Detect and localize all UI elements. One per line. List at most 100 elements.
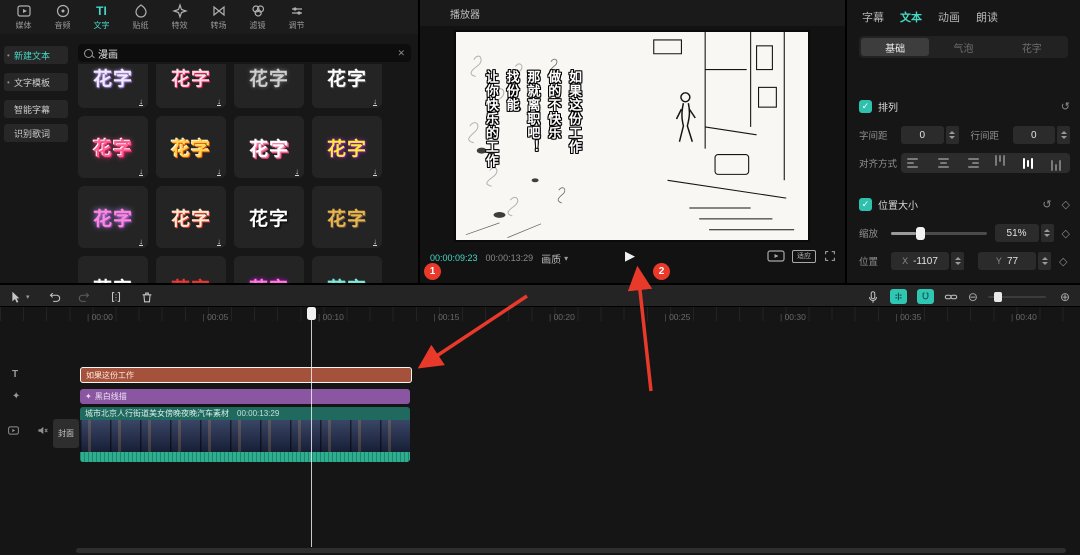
sidebar-item[interactable]: 智能字幕 — [4, 100, 68, 118]
scale-value[interactable]: 51% — [995, 224, 1039, 242]
sidebar-item-label: 文字模板 — [14, 76, 50, 89]
player-controls: 00:00:09:23 00:00:13:29 画质 ▾ ▶ 适应 — [420, 246, 845, 270]
quality-dropdown[interactable]: 画质 ▾ — [541, 251, 568, 266]
letter-spacing-stepper[interactable] — [946, 126, 959, 144]
text-style-tile[interactable]: 花字 ↓ — [156, 116, 226, 178]
align-icon[interactable] — [907, 156, 923, 170]
toolbar-adjust[interactable]: 调节 — [277, 3, 316, 31]
text-style-tile[interactable]: 花字 ↓ — [312, 186, 382, 248]
scale-slider[interactable] — [891, 232, 987, 235]
text-subtab[interactable]: 花字 — [998, 38, 1066, 56]
auto-snap-toggle[interactable] — [917, 289, 934, 304]
download-icon: ↓ — [217, 237, 221, 246]
ruler-timecode: 00:25 — [665, 310, 781, 322]
select-tool-icon[interactable] — [8, 290, 22, 304]
property-tab[interactable]: 字幕 — [862, 9, 884, 25]
reset-icon[interactable]: ↺ — [1061, 100, 1070, 113]
preview-quality-icon[interactable] — [767, 249, 785, 263]
zoom-in-icon[interactable]: ⊕ — [1060, 290, 1070, 304]
preview-axis-toggle[interactable] — [890, 289, 907, 304]
text-style-tile[interactable]: 花字 ↓ — [312, 64, 382, 108]
line-spacing-value[interactable]: 0 — [1013, 126, 1056, 144]
mute-track-icon[interactable] — [36, 424, 49, 442]
arrange-checkbox[interactable]: ✓ — [859, 100, 872, 113]
timeline-ruler[interactable]: 00:0000:0500:1000:1500:2000:2500:3000:35… — [0, 307, 1080, 321]
sidebar-item[interactable]: • 新建文本 — [4, 46, 68, 64]
effect-clip[interactable]: ✦ 黑白线描 — [80, 389, 410, 404]
clear-search-icon[interactable]: ✕ — [397, 48, 405, 59]
delete-icon[interactable] — [140, 290, 154, 304]
text-style-tile[interactable]: 花字 — [156, 256, 226, 283]
link-toggle-icon[interactable] — [944, 290, 958, 304]
text-style-tile[interactable]: 花字 ↓ — [78, 64, 148, 108]
zoom-slider-handle[interactable] — [994, 292, 1002, 302]
chevron-down-icon[interactable]: ▾ — [26, 293, 30, 301]
redo-icon[interactable] — [78, 290, 92, 304]
playhead-handle[interactable] — [307, 307, 316, 320]
property-tab[interactable]: 朗读 — [976, 9, 998, 25]
text-style-tile[interactable]: 花字 — [234, 64, 304, 108]
split-clip-icon[interactable] — [109, 290, 123, 304]
toolbar-effects[interactable]: 特效 — [160, 3, 199, 31]
y-axis-label: Y — [996, 256, 1002, 266]
toolbar-media[interactable]: 媒体 — [4, 3, 43, 31]
slider-handle[interactable] — [916, 227, 925, 240]
text-style-tile[interactable]: 花字 ↓ — [78, 186, 148, 248]
text-style-tile[interactable]: 花字 ↓ — [156, 186, 226, 248]
position-y-stepper[interactable] — [1038, 252, 1051, 270]
text-style-tile[interactable]: 花字 ↓ — [156, 64, 226, 108]
sidebar-item[interactable]: • 文字模板 — [4, 73, 68, 91]
magnet-icon — [920, 291, 931, 302]
zoom-out-icon[interactable]: ⊖ — [968, 290, 978, 304]
position-x-stepper[interactable] — [951, 252, 964, 270]
text-clip-selected[interactable]: 如果这份工作 — [80, 367, 412, 383]
property-tab[interactable]: 文本 — [900, 9, 922, 25]
transform-checkbox[interactable]: ✓ — [859, 198, 872, 211]
y-value: 77 — [1007, 256, 1018, 267]
keyframe-icon[interactable]: ◇ — [1062, 198, 1070, 211]
letter-spacing-value[interactable]: 0 — [901, 126, 944, 144]
position-x-field[interactable]: X-1107 — [891, 252, 949, 270]
align-icon[interactable] — [993, 155, 1007, 171]
play-button[interactable]: ▶ — [625, 248, 635, 264]
search-input[interactable] — [98, 48, 397, 59]
text-style-tile[interactable]: 花字 — [234, 186, 304, 248]
toolbar-sticker[interactable]: 贴纸 — [121, 3, 160, 31]
ratio-selector[interactable]: 适应 — [792, 250, 816, 263]
scale-stepper[interactable] — [1041, 224, 1054, 242]
sidebar-item[interactable]: 识别歌词 — [4, 124, 68, 142]
align-icon[interactable] — [1049, 155, 1063, 171]
tile-preview-text: 花字 — [249, 274, 289, 284]
record-voiceover-icon[interactable] — [866, 290, 880, 304]
line-spacing-stepper[interactable] — [1057, 126, 1070, 144]
keyframe-icon[interactable]: ◇ — [1059, 255, 1067, 268]
text-style-tile[interactable]: 花字 — [78, 256, 148, 283]
text-style-tile[interactable]: 花字 — [312, 256, 382, 283]
video-clip[interactable]: 城市北京人行街道美女傍晚夜晚汽车素材 00:00:13:29 — [80, 407, 410, 462]
cover-button[interactable]: 封面 — [53, 419, 79, 448]
toolbar-audio[interactable]: 音频 — [43, 3, 82, 31]
scrollbar-thumb[interactable] — [76, 548, 1066, 553]
text-style-tile[interactable]: 花字 ↓ — [234, 116, 304, 178]
toolbar-filter[interactable]: 滤镜 — [238, 3, 277, 31]
reset-icon[interactable]: ↺ — [1042, 198, 1051, 211]
toolbar-text[interactable]: TI 文字 — [82, 3, 121, 31]
align-icon[interactable] — [935, 156, 951, 170]
timeline-zoom-slider[interactable] — [988, 296, 1046, 298]
ruler-timecode: 00:15 — [434, 310, 550, 322]
text-subtab[interactable]: 气泡 — [929, 38, 997, 56]
preview-canvas[interactable]: 如果这份工作 做的不快乐 那就离职吧！ 找份能 让你快乐的工作 — [454, 30, 810, 242]
fullscreen-icon[interactable] — [823, 249, 837, 263]
property-tab[interactable]: 动画 — [938, 9, 960, 25]
text-subtab[interactable]: 基础 — [861, 38, 929, 56]
align-icon[interactable] — [963, 156, 979, 170]
text-style-tile[interactable]: 花字 — [234, 256, 304, 283]
align-icon[interactable] — [1021, 155, 1035, 171]
text-style-tile[interactable]: 花字 ↓ — [78, 116, 148, 178]
toolbar-transition[interactable]: 转场 — [199, 3, 238, 31]
keyframe-icon[interactable]: ◇ — [1062, 227, 1070, 240]
position-y-field[interactable]: Y 77 — [978, 252, 1036, 270]
text-style-tile[interactable]: 花字 ↓ — [312, 116, 382, 178]
undo-icon[interactable] — [47, 290, 61, 304]
step-badge-2: 2 — [653, 263, 670, 280]
